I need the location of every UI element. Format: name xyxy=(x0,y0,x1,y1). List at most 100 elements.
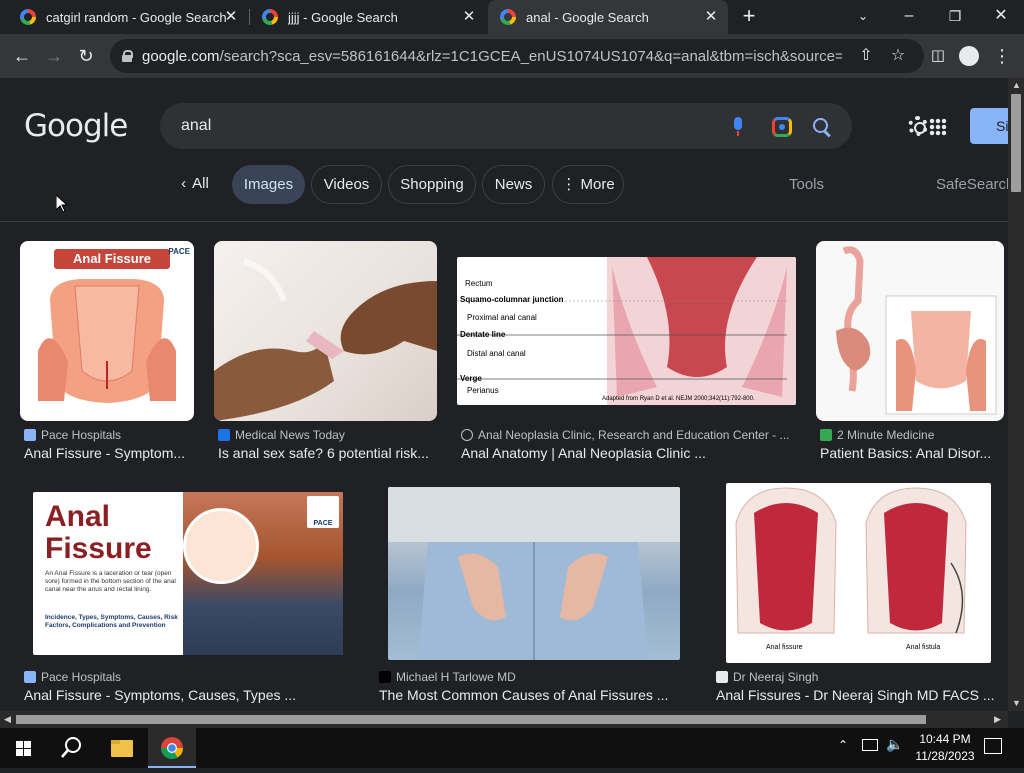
notification-icon[interactable] xyxy=(984,738,1002,754)
result-title[interactable]: Anal Anatomy | Anal Neoplasia Clinic ... xyxy=(461,445,796,461)
taskbar-search-icon[interactable] xyxy=(48,728,96,768)
restore-button[interactable]: ❐ xyxy=(932,0,978,32)
chrome-taskbar-icon[interactable] xyxy=(148,728,196,768)
tab-more[interactable]: ⋮ More xyxy=(552,165,624,204)
header-divider xyxy=(0,221,1008,222)
google-favicon-icon xyxy=(500,9,516,25)
tray-chevron-up-icon[interactable]: ⌃ xyxy=(838,738,848,752)
share-icon[interactable]: ⇧ xyxy=(856,46,876,66)
tab-title: jjjj - Google Search xyxy=(288,9,398,25)
tab-catgirl[interactable]: catgirl random - Google Search ✕ xyxy=(8,0,248,34)
tab-search-chevron-icon[interactable]: ⌄ xyxy=(840,0,886,32)
illustration-label: Anal fissure xyxy=(766,644,803,651)
result-source[interactable]: Michael H Tarlowe MD xyxy=(379,670,516,684)
tab-news[interactable]: News xyxy=(482,165,545,204)
windows-taskbar: ⌃ 🔈 10:44 PM 11/28/2023 xyxy=(0,728,1024,768)
tab-all[interactable]: ‹ All xyxy=(170,165,220,204)
result-thumbnail[interactable] xyxy=(816,241,1004,421)
back-arrow-icon[interactable]: ← xyxy=(8,42,36,70)
scroll-right-arrow-icon[interactable]: ▶ xyxy=(994,714,1001,725)
diagram-label: Squamo-columnar junction xyxy=(460,295,564,304)
result-thumbnail[interactable]: Rectum Squamo-columnar junction Proximal… xyxy=(457,257,796,405)
minimize-button[interactable]: – xyxy=(886,0,932,32)
tab-title: catgirl random - Google Search xyxy=(46,9,227,25)
result-title[interactable]: Anal Fissure - Symptom... xyxy=(24,445,196,461)
site-favicon-icon xyxy=(24,671,36,683)
tab-close-icon[interactable]: ✕ xyxy=(702,8,720,26)
site-favicon-icon xyxy=(218,429,230,441)
url-text[interactable]: google.com/search?sca_esv=586161644&rlz=… xyxy=(142,48,842,65)
search-icon[interactable] xyxy=(810,115,834,139)
tab-close-icon[interactable]: ✕ xyxy=(460,8,478,26)
tab-anal-active[interactable]: anal - Google Search ✕ xyxy=(488,0,728,34)
search-input[interactable]: anal xyxy=(181,117,211,135)
result-source[interactable]: Pace Hospitals xyxy=(24,670,121,684)
close-window-button[interactable]: ✕ xyxy=(978,0,1024,32)
network-icon[interactable] xyxy=(862,739,878,751)
gear-icon[interactable] xyxy=(908,116,928,136)
tab-close-icon[interactable]: ✕ xyxy=(222,8,240,26)
safesearch-button[interactable]: SafeSearch xyxy=(936,176,1008,193)
result-source[interactable]: Dr Neeraj Singh xyxy=(716,670,818,684)
scroll-left-arrow-icon[interactable]: ◀ xyxy=(4,714,11,725)
windows-start-icon[interactable] xyxy=(0,728,48,768)
side-panel-icon[interactable]: ◫ xyxy=(924,42,952,70)
google-lens-icon[interactable] xyxy=(772,117,792,137)
horizontal-scrollbar[interactable]: ◀ ▶ xyxy=(0,711,1008,728)
site-favicon-icon xyxy=(716,671,728,683)
site-favicon-icon xyxy=(379,671,391,683)
diagram-caption: Adapted from Ryan D et al. NEJM 2000;342… xyxy=(602,396,755,402)
result-thumbnail[interactable]: Anal fissure Anal fistula xyxy=(726,483,991,663)
scroll-down-arrow-icon[interactable]: ▼ xyxy=(1012,698,1021,708)
tab-images[interactable]: Images xyxy=(232,165,305,204)
result-source[interactable]: Pace Hospitals xyxy=(24,428,121,442)
volume-icon[interactable]: 🔈 xyxy=(886,736,903,753)
profile-avatar-icon[interactable] xyxy=(955,42,983,70)
result-thumbnail[interactable] xyxy=(214,241,437,421)
pace-logo: PACE xyxy=(307,496,339,528)
clock-date[interactable]: 11/28/2023 xyxy=(910,749,980,763)
result-thumbnail[interactable]: Anal Fissure PACE xyxy=(20,241,194,421)
anal-fissure-illustration xyxy=(38,279,176,403)
result-thumbnail[interactable]: Anal Fissure PACE An Anal Fissure is a l… xyxy=(33,492,343,655)
lock-icon xyxy=(122,50,133,62)
result-title[interactable]: The Most Common Causes of Anal Fissures … xyxy=(379,687,689,703)
result-source[interactable]: 2 Minute Medicine xyxy=(820,428,934,442)
result-thumbnail[interactable] xyxy=(388,487,680,660)
sign-in-button[interactable]: Si xyxy=(970,108,1008,144)
thumb-body-text: An Anal Fissure is a laceration or tear … xyxy=(45,570,176,593)
apps-grid-icon[interactable] xyxy=(929,118,947,136)
diagram-label: Rectum xyxy=(465,279,493,288)
result-title[interactable]: Anal Fissure - Symptoms, Causes, Types .… xyxy=(24,687,354,703)
tab-shopping[interactable]: Shopping xyxy=(388,165,476,204)
result-source[interactable]: Anal Neoplasia Clinic, Research and Educ… xyxy=(461,428,790,442)
google-images-page: Google anal Si ‹ All Images Videos Shoppi… xyxy=(0,78,1008,711)
address-bar[interactable]: google.com/search?sca_esv=586161644&rlz=… xyxy=(110,39,924,73)
diagram-label: Proximal anal canal xyxy=(467,313,537,322)
more-dots-icon: ⋮ xyxy=(561,176,577,193)
diagram-label: Distal anal canal xyxy=(467,349,526,358)
reload-icon[interactable]: ↻ xyxy=(72,42,100,70)
tab-jjjj[interactable]: jjjj - Google Search ✕ xyxy=(250,0,486,34)
tab-videos[interactable]: Videos xyxy=(311,165,382,204)
search-box[interactable]: anal xyxy=(160,103,852,149)
bookmark-star-icon[interactable]: ☆ xyxy=(888,46,908,66)
illustration-label: Anal fistula xyxy=(906,644,941,651)
result-title[interactable]: Is anal sex safe? 6 potential risk... xyxy=(218,445,437,461)
kebab-menu-icon[interactable]: ⋮ xyxy=(988,42,1016,70)
file-explorer-icon[interactable] xyxy=(98,728,146,768)
scroll-up-arrow-icon[interactable]: ▲ xyxy=(1012,80,1021,90)
diagram-label: Dentate line xyxy=(460,330,506,339)
new-tab-button[interactable]: + xyxy=(726,0,772,32)
horizontal-scroll-thumb[interactable] xyxy=(16,715,926,724)
clock-time[interactable]: 10:44 PM xyxy=(910,732,980,746)
result-source[interactable]: Medical News Today xyxy=(218,428,345,442)
vertical-scroll-thumb[interactable] xyxy=(1011,94,1021,192)
result-title[interactable]: Anal Fissures - Dr Neeraj Singh MD FACS … xyxy=(716,687,1006,703)
google-logo[interactable]: Google xyxy=(24,108,128,144)
microphone-icon[interactable] xyxy=(726,115,750,139)
forward-arrow-icon[interactable]: → xyxy=(40,42,68,70)
vertical-scrollbar[interactable]: ▲ ▼ xyxy=(1008,78,1024,711)
result-title[interactable]: Patient Basics: Anal Disor... xyxy=(820,445,1004,461)
tools-button[interactable]: Tools xyxy=(789,176,824,193)
